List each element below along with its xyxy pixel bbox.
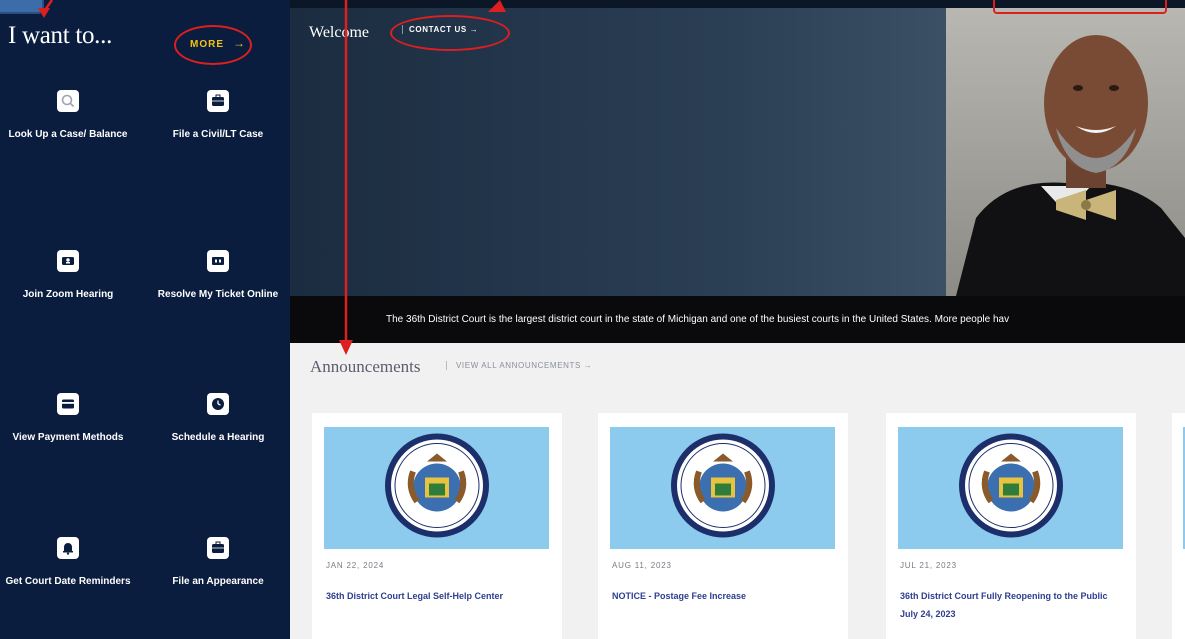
quick-links-sidebar: I want to... MORE → Look Up a Case/ Balan…	[0, 0, 290, 639]
credit-card-icon	[57, 393, 79, 415]
announcement-card[interactable]: JAN 22, 2024 36th District Court Legal S…	[312, 413, 562, 639]
briefcase-icon	[207, 537, 229, 559]
announcement-card[interactable]: AUG 11, 2023 NOTICE - Postage Fee Increa…	[598, 413, 848, 639]
sidebar-item-file-appearance[interactable]: File an Appearance	[153, 537, 283, 589]
video-icon	[57, 250, 79, 272]
annotation-circle-contact	[390, 15, 510, 51]
sidebar-item-label: Resolve My Ticket Online	[157, 289, 279, 300]
ticket-icon	[207, 250, 229, 272]
sidebar-item-label: Get Court Date Reminders	[5, 576, 131, 587]
announcements-heading: Announcements	[310, 357, 421, 376]
announcement-date: JUL 21, 2023	[900, 561, 957, 570]
corner-tab	[0, 0, 44, 14]
sidebar-item-view-payment[interactable]: View Payment Methods	[3, 393, 133, 445]
annotation-circle-more	[174, 25, 252, 65]
court-seal-logo	[383, 432, 491, 545]
sidebar-item-label: File a Civil/LT Case	[172, 129, 264, 140]
welcome-heading: Welcome	[309, 24, 370, 41]
annotation-box-top-right	[993, 0, 1167, 14]
announcement-title[interactable]: 36th District Court Fully Reopening to t…	[900, 587, 1110, 623]
marquee-text: The 36th District Court is the largest d…	[386, 314, 1010, 325]
sidebar-item-label: File an Appearance	[172, 576, 264, 587]
briefcase-icon	[207, 90, 229, 112]
search-icon	[57, 90, 79, 112]
arrow-right-icon: →	[583, 361, 593, 370]
judge-photo	[946, 8, 1185, 296]
sidebar-item-join-zoom[interactable]: Join Zoom Hearing	[3, 250, 133, 302]
sidebar-item-label: View Payment Methods	[12, 432, 124, 443]
card-image	[610, 427, 835, 549]
sidebar-item-look-up-case[interactable]: Look Up a Case/ Balance	[3, 90, 133, 142]
announcement-card[interactable]: JUL 21, 2023 36th District Court Fully R…	[886, 413, 1136, 639]
hero-banner: Welcome CONTACT US → The 36th District C…	[290, 0, 1185, 343]
court-seal-logo	[957, 432, 1065, 545]
sidebar-item-label: Schedule a Hearing	[171, 432, 265, 443]
sidebar-item-label: Look Up a Case/ Balance	[8, 129, 128, 140]
card-image	[324, 427, 549, 549]
announcement-date: AUG 11, 2023	[612, 561, 672, 570]
sidebar-item-label: Join Zoom Hearing	[22, 289, 114, 300]
announcement-card-partial[interactable]	[1172, 413, 1185, 639]
sidebar-title: I want to...	[8, 22, 113, 49]
sidebar-item-schedule-hearing[interactable]: Schedule a Hearing	[153, 393, 283, 445]
card-image	[898, 427, 1123, 549]
view-all-label: VIEW ALL ANNOUNCEMENTS	[456, 361, 581, 370]
clock-icon	[207, 393, 229, 415]
court-seal-logo	[669, 432, 777, 545]
sidebar-item-court-date-reminders[interactable]: Get Court Date Reminders	[3, 537, 133, 589]
announcement-title[interactable]: NOTICE - Postage Fee Increase	[612, 587, 822, 605]
view-all-announcements-link[interactable]: VIEW ALL ANNOUNCEMENTS →	[446, 361, 592, 370]
announcement-date: JAN 22, 2024	[326, 561, 385, 570]
sidebar-item-file-civil-case[interactable]: File a Civil/LT Case	[153, 90, 283, 142]
announcement-title[interactable]: 36th District Court Legal Self-Help Cent…	[326, 587, 536, 605]
bell-icon	[57, 537, 79, 559]
sidebar-item-resolve-ticket[interactable]: Resolve My Ticket Online	[153, 250, 283, 302]
